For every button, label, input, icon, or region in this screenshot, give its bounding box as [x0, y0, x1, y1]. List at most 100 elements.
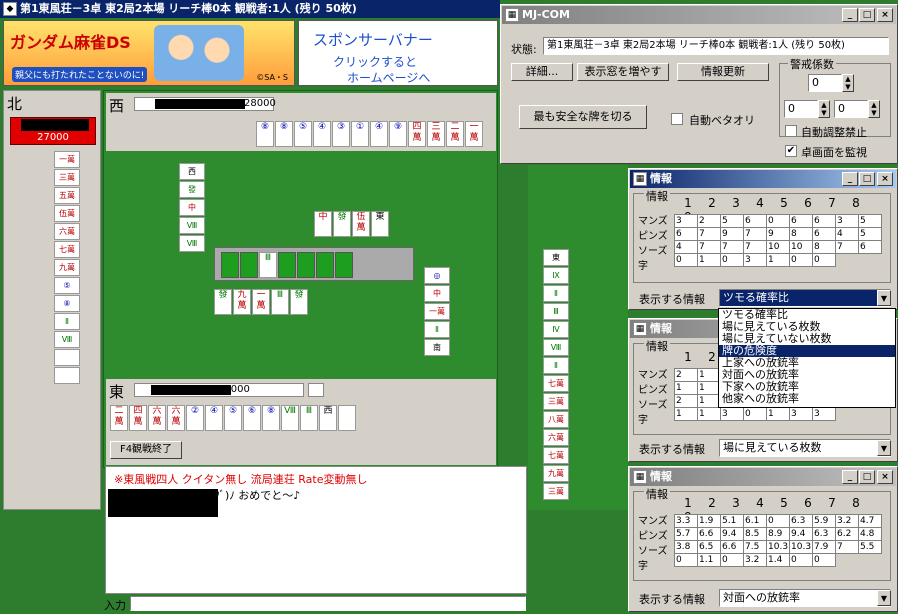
watch-table-checkbox[interactable]: ✔	[785, 145, 797, 157]
info3-grid-cell: 5.5	[858, 540, 882, 554]
minimize-button[interactable]: _	[842, 172, 858, 186]
banner-character-art	[154, 25, 244, 81]
auto-beta-checkbox[interactable]	[671, 113, 683, 125]
east-hand-tile[interactable]	[338, 405, 356, 431]
south-player-panel: 東 Ⅸ Ⅱ Ⅲ Ⅳ Ⅷ Ⅱ 七萬 三萬 八萬 六萬 七萬 九萬 三萬	[528, 165, 628, 510]
caution-top-field[interactable]: 0	[808, 74, 842, 92]
dropdown-option[interactable]: 他家への放銃率	[719, 393, 895, 405]
east-score: 33000	[218, 384, 250, 395]
east-hand-tile[interactable]: Ⅷ	[281, 405, 299, 431]
east-hand-tile[interactable]: 二萬	[110, 405, 128, 431]
east-hand-tile[interactable]: 四萬	[129, 405, 147, 431]
sponsor-title: スポンサーバナー	[313, 31, 433, 49]
f4-quit-watch-button[interactable]: F4観戦終了	[110, 441, 182, 459]
north-hand-tile	[54, 367, 80, 384]
south-hand-tile: 三萬	[543, 483, 569, 500]
info2-chevron-down-icon[interactable]: ▼	[877, 440, 891, 456]
south-hand-tile: Ⅳ	[543, 321, 569, 338]
maximize-button[interactable]: □	[859, 172, 875, 186]
info1-col-header: 5	[780, 196, 788, 210]
refresh-info-button[interactable]: 情報更新	[677, 63, 769, 81]
info3-grid-cell: 5.9	[812, 514, 836, 528]
info3-chevron-down-icon[interactable]: ▼	[877, 590, 891, 606]
info1-grid-cell: 9	[720, 227, 744, 241]
info1-row-header: 字	[638, 261, 648, 272]
info2-grid-cell: 1	[766, 407, 790, 421]
info3-grid-cell: 1.4	[766, 553, 790, 567]
info1-grid-cell: 7	[743, 240, 767, 254]
discard-safest-button[interactable]: 最も安全な牌を切る	[519, 105, 647, 129]
info3-title-bar[interactable]: ▦ 情報 _ □ ×	[630, 468, 896, 486]
info2-select-value: 場に見えている枚数	[723, 441, 822, 454]
east-hand-tile[interactable]: ⑥	[243, 405, 261, 431]
maximize-button[interactable]: □	[859, 470, 875, 484]
info1-col-header: 6	[804, 196, 812, 210]
close-button[interactable]: ×	[877, 172, 893, 186]
state-field[interactable]: 第1東風荘－3卓 東2局2本場 リーチ棒0本 観戦者:1人 (残り 50枚)	[543, 37, 889, 55]
caution-top-spinner[interactable]: ▲ ▼	[842, 74, 854, 92]
east-player-bar: 東 33000 二萬四萬六萬六萬② ④ ⑤ ⑥ ⑧ Ⅷ Ⅲ 西 F4観戦終了	[106, 379, 496, 465]
banner-ad[interactable]: ガンダム麻雀DS 親父にも打たれたことないのに! ©SA・S	[3, 20, 295, 86]
info2-select[interactable]: 場に見えている枚数	[719, 439, 891, 457]
east-hand-tile[interactable]: 六萬	[148, 405, 166, 431]
info1-col-header: 8	[852, 196, 860, 210]
maximize-button[interactable]: □	[859, 8, 875, 22]
info1-title-bar[interactable]: ▦ 情報 _ □ ×	[630, 170, 896, 188]
info1-grid-cell: 3	[743, 253, 767, 267]
east-hand-tile[interactable]: Ⅲ	[300, 405, 318, 431]
info3-grid-cell: 7.5	[743, 540, 767, 554]
info3-row-headers: マンズ ピンズ ソーズ字	[638, 514, 668, 574]
close-button[interactable]: ×	[877, 470, 893, 484]
auto-adjust-checkbox[interactable]	[785, 125, 797, 137]
info1-grid-cell: 7	[835, 240, 859, 254]
north-hand-tile: 六萬	[54, 223, 80, 240]
info3-section-label: 情報	[644, 486, 670, 502]
info3-grid-row: 3.8 6.5 6.6 7.5 10.3 10.3 7.9 7 5.5	[674, 540, 882, 554]
info1-grid-cell: 7	[697, 240, 721, 254]
caution-left-field[interactable]: 0	[784, 100, 818, 118]
detail-button[interactable]: 詳細...	[511, 63, 573, 81]
minimize-button[interactable]: _	[842, 470, 858, 484]
info1-grid-cell: 6	[812, 214, 836, 228]
info1-select[interactable]: ツモる確率比	[719, 289, 891, 307]
caution-right-spinner[interactable]: ▲ ▼	[868, 100, 880, 118]
info1-col-header: 4	[756, 196, 764, 210]
close-button[interactable]: ×	[877, 8, 893, 22]
info1-row-header: ソーズ	[638, 246, 668, 257]
info1-grid-cell: 8	[789, 227, 813, 241]
south-hand-tile: 三萬	[543, 393, 569, 410]
chat-input[interactable]	[130, 596, 526, 611]
east-hand-tile[interactable]: ②	[186, 405, 204, 431]
info3-grid-cell: 9.4	[789, 527, 813, 541]
info3-row-header: 字	[638, 561, 648, 572]
info1-grid-cell: 6	[858, 240, 882, 254]
info1-grid-cell: 1	[697, 253, 721, 267]
minimize-button[interactable]: _	[842, 8, 858, 22]
sponsor-banner[interactable]: スポンサーバナー クリックすると ホームページへ	[298, 20, 498, 86]
mjcom-title-bar[interactable]: ▦ MJ-COM _ □ ×	[502, 6, 896, 24]
north-hand-tile: 三萬	[54, 169, 80, 186]
east-discard-tile: 發	[214, 289, 232, 315]
east-discards: 發九萬一萬Ⅲ 發	[214, 289, 309, 315]
south-hand-tile: Ⅷ	[543, 339, 569, 356]
east-hand-tile[interactable]: 六萬	[167, 405, 185, 431]
caution-left-spinner[interactable]: ▲ ▼	[818, 100, 830, 118]
east-hand-tile[interactable]: ④	[205, 405, 223, 431]
south-discard-tile: 南	[424, 339, 450, 356]
info2-grid-row: 1130133	[674, 407, 836, 421]
info1-chevron-down-icon[interactable]: ▼	[877, 290, 891, 306]
east-hand-tile[interactable]: ⑧	[262, 405, 280, 431]
east-hand-tile[interactable]: ⑤	[224, 405, 242, 431]
banner-tagline: 親父にも打たれたことないのに!	[12, 67, 148, 82]
sponsor-line2: クリックすると	[333, 55, 418, 69]
main-title-bar[interactable]: ◆ 第1東風荘－3卓 東2局2本場 リーチ棒0本 観戦者:1人 (残り 50枚)	[0, 0, 500, 18]
info-type-dropdown-list[interactable]: ツモる確率比 場に見えている枚数 場に見えていない枚数 牌の危険度 上家への放銃率 対面へ…	[718, 308, 896, 408]
add-window-button[interactable]: 表示窓を増やす	[577, 63, 669, 81]
north-hand-tile: 七萬	[54, 241, 80, 258]
east-hand[interactable]: 二萬四萬六萬六萬② ④ ⑤ ⑥ ⑧ Ⅷ Ⅲ 西	[110, 405, 357, 431]
info3-select[interactable]: 対面への放銃率	[719, 589, 891, 607]
main-game-window: ◆ 第1東風荘－3卓 東2局2本場 リーチ棒0本 観戦者:1人 (残り 50枚)…	[0, 0, 628, 614]
caution-right-field[interactable]: 0	[834, 100, 868, 118]
south-hand-tile: Ⅲ	[543, 303, 569, 320]
east-hand-tile[interactable]: 西	[319, 405, 337, 431]
